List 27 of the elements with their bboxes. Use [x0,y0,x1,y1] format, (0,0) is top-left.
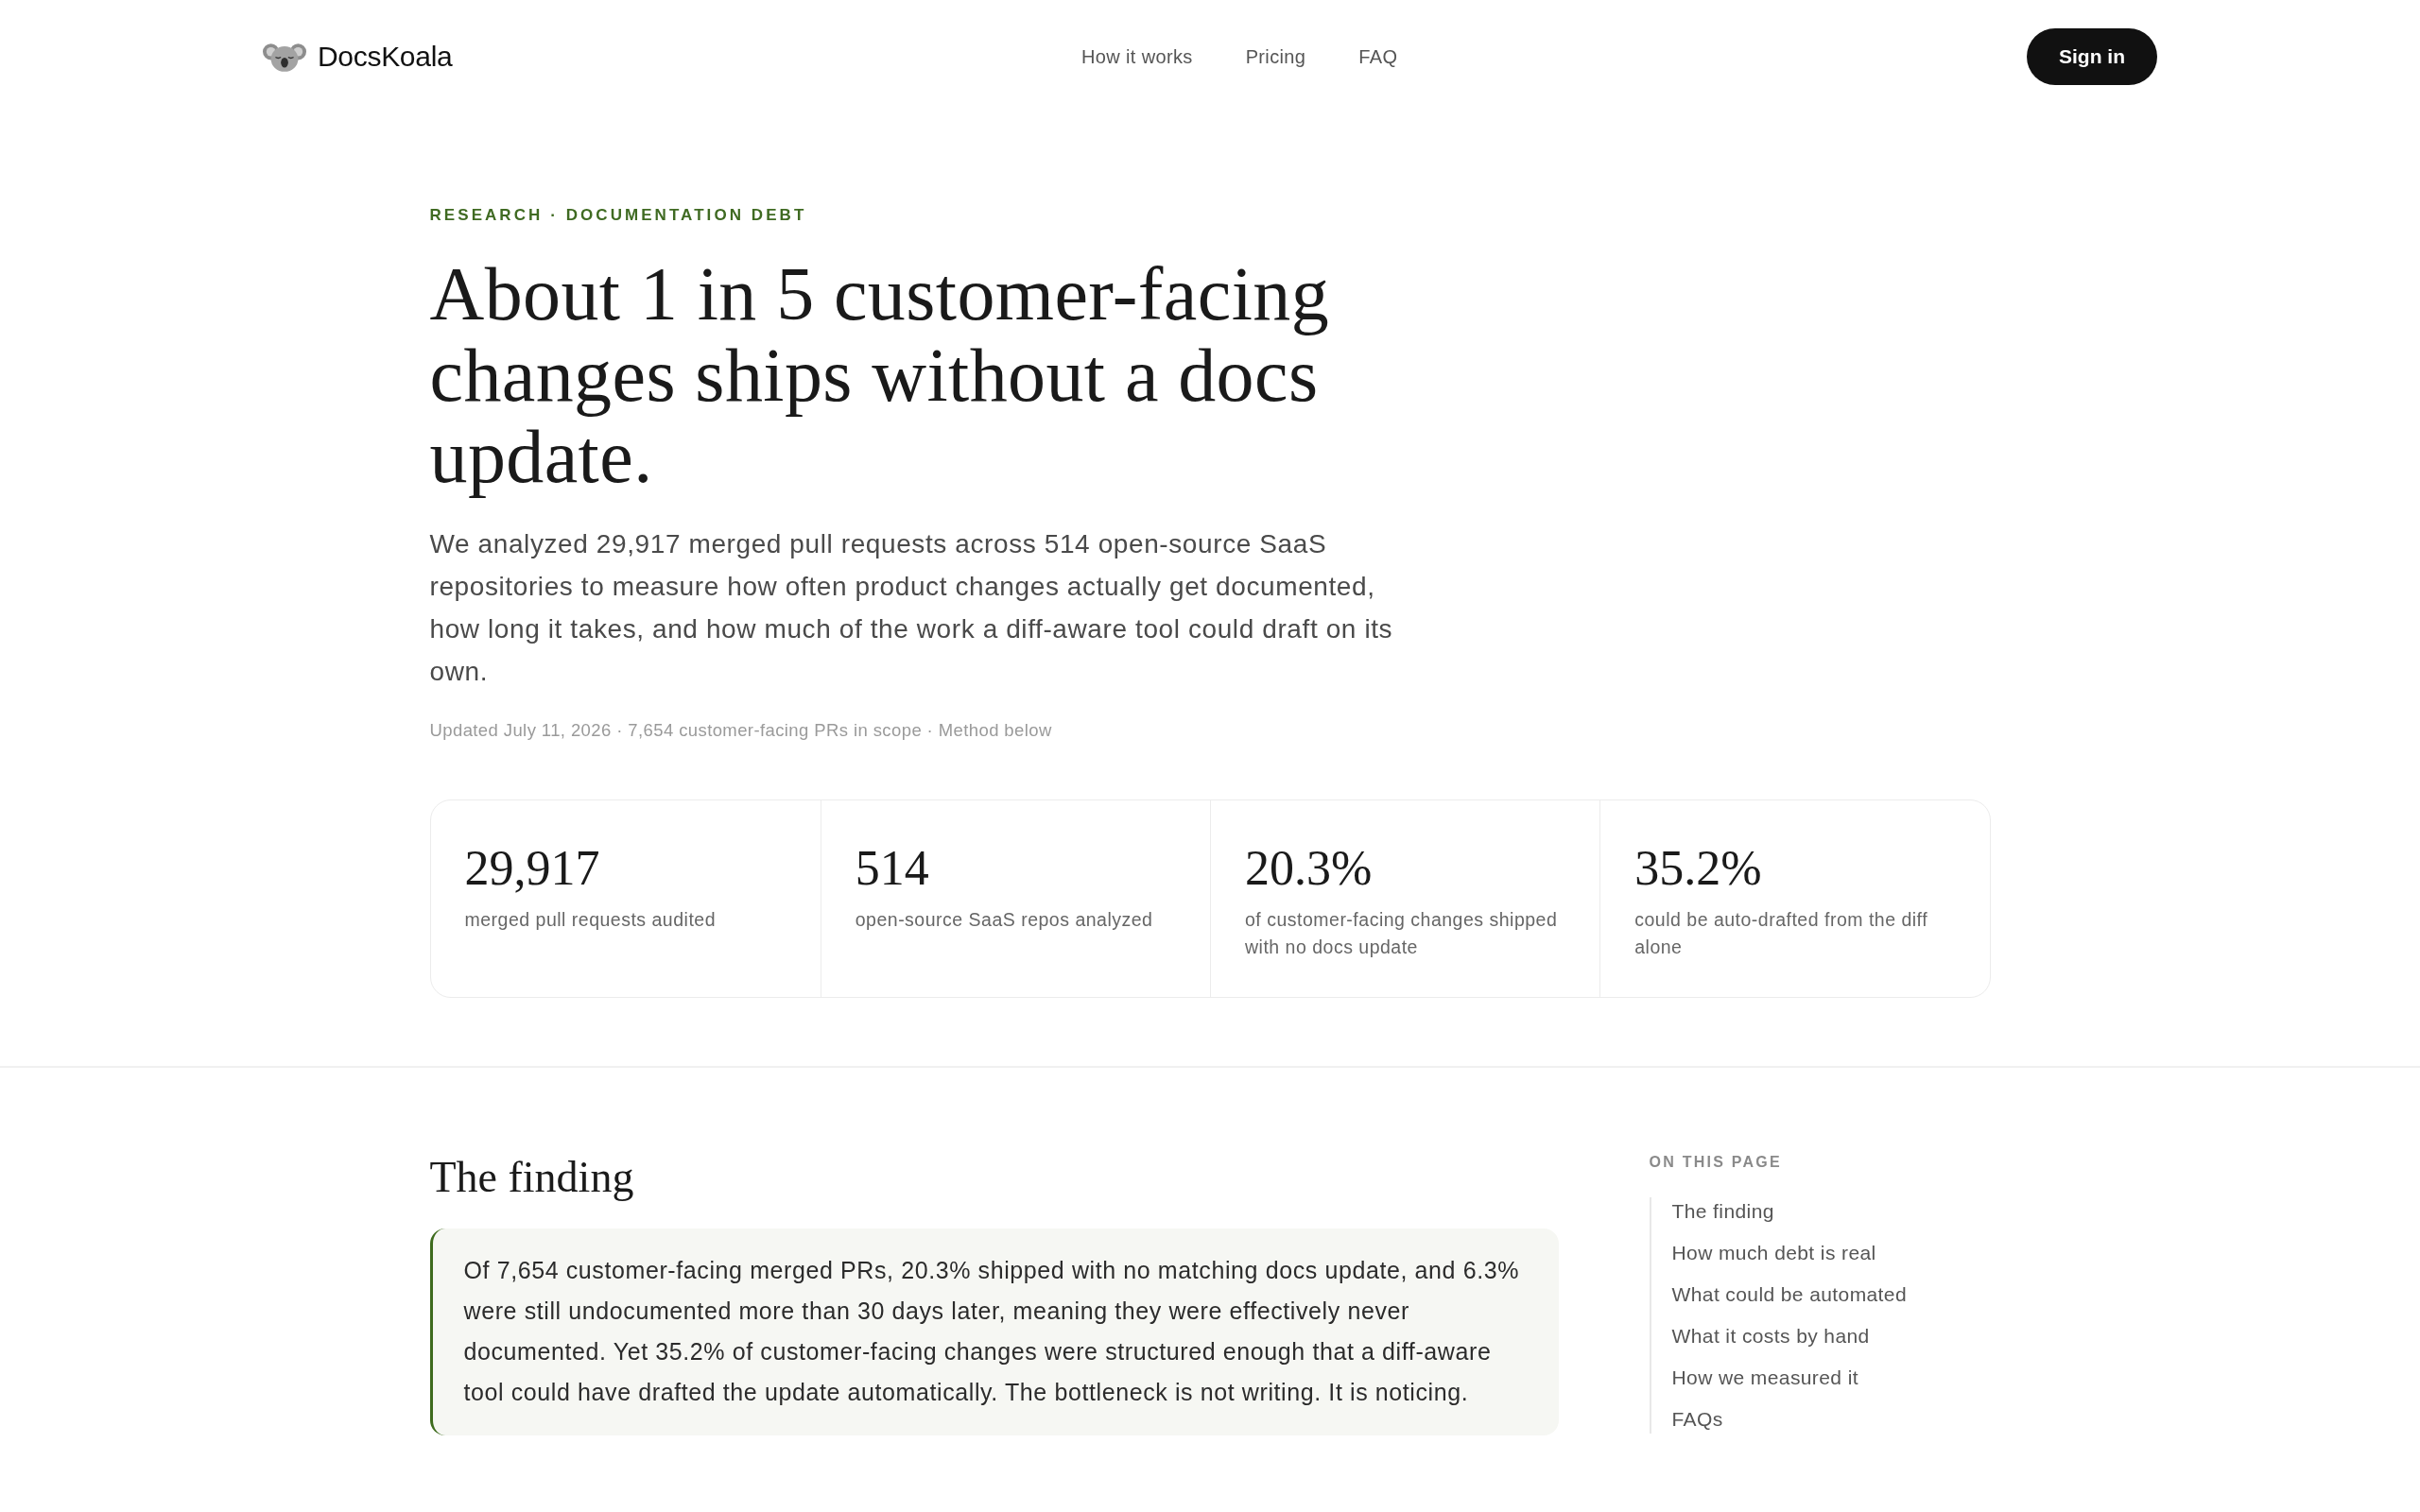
toc-heading: ON THIS PAGE [1649,1153,1783,1172]
eyebrow-label: RESEARCH · DOCUMENTATION DEBT [429,206,808,225]
toc-link[interactable]: The finding [1671,1197,1774,1226]
toc-link[interactable]: How we measured it [1671,1364,1858,1392]
stat-value: 35.2% [1634,842,1763,895]
page-title: About 1 in 5 customer-facing changes ships without a docs update. [429,253,1331,497]
stat-label: merged pull requests audited [464,908,717,932]
toc-link[interactable]: What it costs by hand [1671,1322,1870,1350]
stat-label: open-source SaaS repos analyzed [855,908,1154,932]
update-meta: Updated July 11, 2026 · 7,654 customer-facing PRs in scope · Method below [429,719,1053,742]
nav-link[interactable]: FAQ [1358,45,1398,68]
nav-link[interactable]: Pricing [1245,45,1306,68]
section-heading: The finding [429,1153,635,1202]
stat-label: of customer-facing changes shipped with no docs update [1245,908,1559,959]
toc-link[interactable]: FAQs [1671,1405,1723,1434]
koala-logo-icon [263,41,306,73]
sign-in-button[interactable]: Sign in [2027,28,2157,85]
toc-link[interactable]: What could be automated [1671,1280,1908,1309]
stat-value: 514 [855,842,930,895]
toc-link[interactable]: How much debt is real [1671,1239,1876,1267]
stat-value: 20.3% [1245,842,1374,895]
finding-callout: Of 7,654 customer-facing merged PRs, 20.3% shipped with no matching docs update, and 6.3% were still undocumented more than 30 days later, meaning they were effectively never documented. Yet 35.2% of customer-facing changes were structured enough that a diff-aware tool could have drafted the update automatically. The bottleneck is not writing. It is noticing. [429,1228,1559,1435]
intro-paragraph: We analyzed 29,917 merged pull requests across 514 open-source SaaS repositories to measure how often product changes actually get documented, how long it takes, and how much of the work a diff-aware tool could draft on its own. [429,528,1394,688]
brand-name: DocsKoala [318,41,453,73]
nav-link[interactable]: How it works [1081,45,1193,68]
stat-value: 29,917 [464,842,601,895]
stat-label: could be auto-drafted from the diff alone [1634,908,1929,959]
